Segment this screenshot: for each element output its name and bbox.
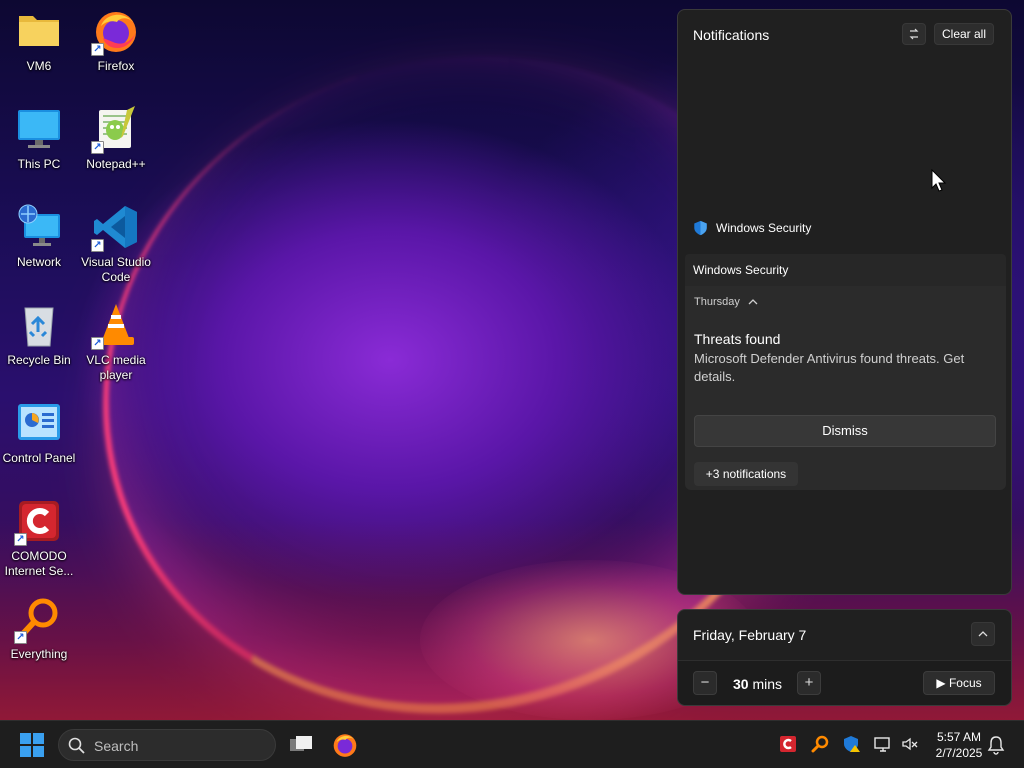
do-not-disturb-icon [909, 28, 919, 40]
bell-icon [987, 736, 1005, 755]
clock-date: 2/7/2025 [935, 746, 983, 760]
clock-time: 5:57 AM [936, 730, 982, 744]
windows-logo-icon [20, 733, 44, 757]
vscode-icon: ↗ [91, 204, 139, 252]
focus-increase-button[interactable]: + [797, 671, 821, 695]
focus-minutes-value: 30 [733, 676, 749, 692]
windows-security-shield-icon [694, 220, 707, 236]
desktop-icon-label: Recycle Bin [7, 353, 71, 367]
calendar-flyout: Friday, February 7 − 30 mins + ▶ Focus [677, 609, 1012, 706]
focus-session-row: − 30 mins + ▶ Focus [678, 661, 1011, 705]
desktop-icon-label: Notepad++ [86, 157, 146, 171]
firefox-icon [333, 734, 357, 757]
notification-app-name: Windows Security [716, 221, 812, 235]
desktop-icon-network[interactable]: Network [0, 204, 78, 270]
taskbar: Search 5:57 AM 2/7/2025 [0, 720, 1024, 768]
tray-volume-button[interactable] [901, 735, 919, 753]
do-not-disturb-button[interactable] [902, 23, 926, 45]
desktop-icon-this-pc[interactable]: This PC [0, 106, 78, 172]
tray-everything-button[interactable] [811, 735, 829, 753]
windows-security-warning-icon [844, 736, 860, 752]
play-icon: ▶ [936, 676, 946, 690]
network-icon [874, 737, 890, 752]
desktop-icon-label: Network [16, 255, 61, 269]
shortcut-arrow-icon: ↗ [91, 239, 104, 252]
focus-minutes-unit: mins [752, 676, 783, 692]
search-icon [68, 737, 85, 754]
mouse-cursor-icon [931, 168, 947, 193]
vlc-icon: ↗ [91, 302, 139, 350]
focus-button[interactable]: ▶ Focus [923, 671, 995, 695]
chevron-up-icon [978, 631, 988, 637]
comodo-icon [780, 736, 796, 752]
notification-center: Notifications Clear all Windows Security… [677, 9, 1012, 595]
desktop-icon-notepadpp[interactable]: ↗ Notepad++ [77, 106, 155, 172]
desktop-icon-label: VLC media player [86, 353, 146, 382]
desktop-icon-label: COMODO Internet Se... [4, 549, 74, 578]
notification-day-toggle[interactable]: Thursday [694, 296, 758, 308]
notification-group-header[interactable]: Windows Security [685, 254, 1006, 286]
notepadpp-icon: ↗ [91, 106, 139, 154]
desktop-icon-label: Everything [10, 647, 68, 661]
notifications-title: Notifications [693, 27, 770, 43]
desktop-icon-vm6[interactable]: VM6 [0, 8, 78, 74]
focus-button-label: Focus [948, 676, 982, 690]
everything-icon [811, 735, 829, 753]
shortcut-arrow-icon: ↗ [14, 533, 27, 546]
everything-icon: ↗ [14, 596, 62, 644]
desktop-icon-label: Visual Studio Code [81, 255, 151, 284]
desktop-icon-vlc[interactable]: ↗ VLC media player [77, 302, 155, 383]
comodo-icon: ↗ [14, 498, 62, 546]
taskbar-clock[interactable]: 5:57 AM 2/7/2025 [928, 729, 990, 761]
taskbar-search[interactable]: Search [58, 729, 276, 761]
desktop-icon-comodo[interactable]: ↗ COMODO Internet Se... [0, 498, 78, 579]
tray-network-button[interactable] [874, 735, 892, 753]
chevron-up-icon [748, 299, 758, 305]
focus-duration: 30 mins [733, 676, 782, 692]
folder-icon [16, 8, 62, 54]
calendar-date-label: Friday, February 7 [693, 627, 807, 643]
notification-day-label: Thursday [694, 296, 740, 308]
desktop-icon-label: Control Panel [2, 451, 76, 465]
search-placeholder: Search [94, 738, 139, 754]
shortcut-arrow-icon: ↗ [14, 631, 27, 644]
control-panel-icon [16, 400, 62, 446]
notification-title: Threats found [694, 331, 781, 347]
desktop-icon-control-panel[interactable]: Control Panel [0, 400, 78, 466]
calendar-collapse-button[interactable] [971, 622, 995, 646]
notification-card[interactable]: Thursday Threats found Microsoft Defende… [685, 286, 1006, 490]
tray-comodo-button[interactable] [779, 735, 797, 753]
notification-body: Microsoft Defender Antivirus found threa… [694, 351, 965, 384]
desktop-icon-label: VM6 [26, 59, 52, 73]
focus-decrease-button[interactable]: − [693, 671, 717, 695]
desktop-icon-label: Firefox [97, 59, 135, 73]
desktop-icon-label: This PC [17, 157, 61, 171]
dismiss-button[interactable]: Dismiss [694, 415, 996, 447]
monitor-icon [16, 106, 62, 152]
shortcut-arrow-icon: ↗ [91, 141, 104, 154]
desktop-icon-firefox[interactable]: ↗ Firefox [77, 8, 155, 74]
tray-security-button[interactable] [843, 735, 861, 753]
network-icon [16, 204, 62, 250]
more-notifications-button[interactable]: +3 notifications [694, 462, 798, 486]
volume-muted-icon [902, 737, 918, 751]
desktop-icon-everything[interactable]: ↗ Everything [0, 596, 78, 662]
task-view-button[interactable] [288, 733, 314, 757]
clear-all-button[interactable]: Clear all [934, 23, 994, 45]
task-view-icon [290, 736, 312, 751]
recycle-bin-icon [16, 302, 62, 348]
notification-app-header: Windows Security [693, 220, 811, 236]
desktop-icon-vscode[interactable]: ↗ Visual Studio Code [77, 204, 155, 285]
firefox-icon: ↗ [91, 8, 139, 56]
notification-bell-button[interactable] [987, 735, 1005, 755]
desktop-icon-recycle-bin[interactable]: Recycle Bin [0, 302, 78, 368]
start-button[interactable] [19, 733, 45, 757]
shortcut-arrow-icon: ↗ [91, 43, 104, 56]
taskbar-firefox-button[interactable] [332, 732, 358, 758]
shortcut-arrow-icon: ↗ [91, 337, 104, 350]
